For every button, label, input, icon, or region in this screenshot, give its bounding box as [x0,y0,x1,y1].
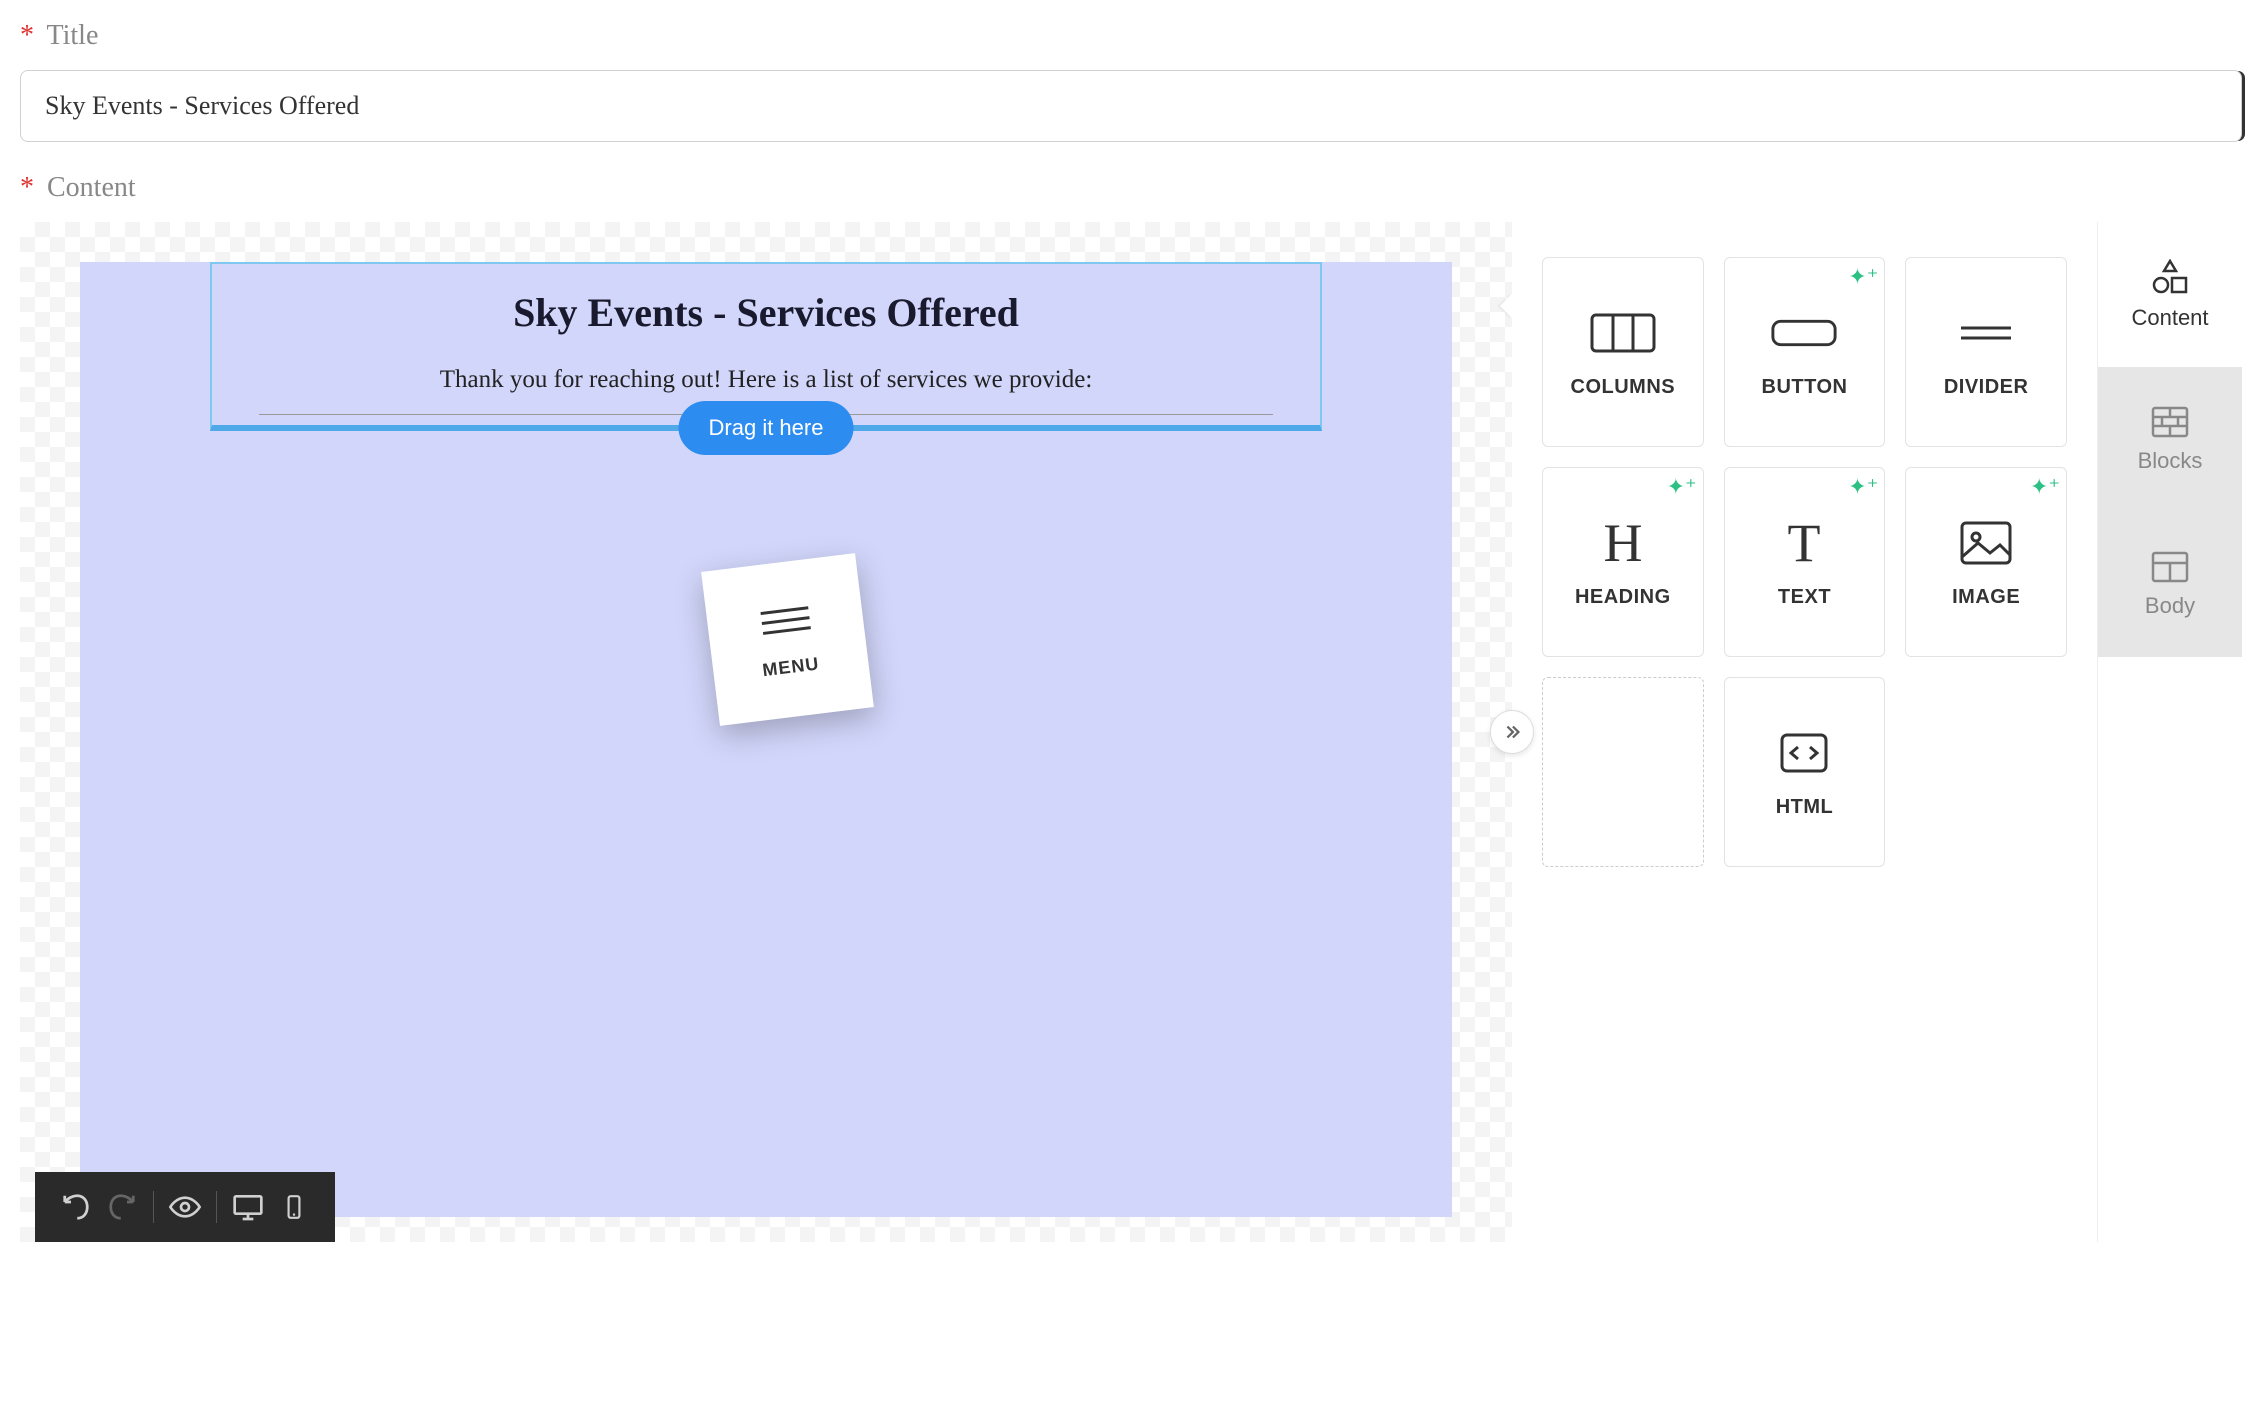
block-button[interactable]: ✦⁺ BUTTON [1724,257,1886,447]
sparkle-icon: ✦⁺ [1848,474,1878,500]
title-label: * Title [20,20,2242,52]
content-field-group: * Content Sky Events - Services Offered … [20,172,2242,1242]
active-content-block[interactable]: Sky Events - Services Offered Thank you … [210,262,1322,431]
divider-icon [1951,306,2021,361]
toolbar-divider [153,1191,154,1223]
editor-wrapper: Sky Events - Services Offered Thank you … [20,222,2242,1242]
block-label: IMAGE [1952,586,2020,609]
dragging-block-label: MENU [761,653,820,681]
canvas-area: Sky Events - Services Offered Thank you … [20,222,1512,1242]
required-asterisk: * [20,172,34,203]
title-input[interactable] [20,70,2242,142]
undo-button[interactable] [53,1184,99,1230]
block-heading[interactable]: ✦⁺ H HEADING [1542,467,1704,657]
blocks-grid: COLUMNS ✦⁺ BUTTON DIVIDER ✦⁺ [1512,222,2097,1242]
content-label: * Content [20,172,2242,204]
panel-pointer [1500,294,1512,318]
mobile-view-button[interactable] [271,1184,317,1230]
block-text[interactable]: ✦⁺ T TEXT [1724,467,1886,657]
preview-button[interactable] [162,1184,208,1230]
shapes-icon [2150,259,2190,295]
sparkle-icon: ✦⁺ [1848,264,1878,290]
sparkle-icon: ✦⁺ [2030,474,2060,500]
block-html[interactable]: HTML [1724,677,1886,867]
block-label: HEADING [1575,586,1671,609]
toolbar-divider [216,1191,217,1223]
canvas-heading[interactable]: Sky Events - Services Offered [232,289,1300,336]
canvas-body-text[interactable]: Thank you for reaching out! Here is a li… [232,366,1300,394]
tab-label: Blocks [2138,448,2203,474]
tab-body[interactable]: Body [2098,512,2242,657]
layout-icon [2151,551,2189,583]
block-label: TEXT [1778,586,1831,609]
svg-text:T: T [1788,515,1821,571]
bottom-toolbar [35,1172,335,1242]
tab-content[interactable]: Content [2098,222,2242,367]
block-label: HTML [1776,796,1834,819]
tabs-rail: Content Blocks Body [2097,222,2242,1242]
image-icon [1951,516,2021,571]
desktop-view-button[interactable] [225,1184,271,1230]
title-field-group: * Title [20,20,2242,142]
block-columns[interactable]: COLUMNS [1542,257,1704,447]
right-panel: COLUMNS ✦⁺ BUTTON DIVIDER ✦⁺ [1512,222,2242,1242]
redo-button[interactable] [99,1184,145,1230]
columns-icon [1588,306,1658,361]
tab-label: Body [2145,593,2195,619]
sparkle-icon: ✦⁺ [1667,474,1697,500]
title-label-text: Title [47,20,99,51]
block-divider[interactable]: DIVIDER [1905,257,2067,447]
content-label-text: Content [47,172,136,203]
collapse-panel-button[interactable] [1490,710,1534,754]
wall-icon [2151,406,2189,438]
block-label: BUTTON [1762,376,1848,399]
svg-text:H: H [1603,515,1642,571]
block-image[interactable]: ✦⁺ IMAGE [1905,467,2067,657]
heading-icon: H [1588,516,1658,571]
dragging-menu-block[interactable]: MENU [701,553,874,726]
required-asterisk: * [20,20,34,51]
tab-blocks[interactable]: Blocks [2098,367,2242,512]
menu-icon [759,599,811,642]
block-label: DIVIDER [1944,376,2029,399]
text-icon: T [1769,516,1839,571]
email-canvas[interactable]: Sky Events - Services Offered Thank you … [80,262,1452,1217]
button-icon [1769,306,1839,361]
block-menu-placeholder [1542,677,1704,867]
drag-hint-pill: Drag it here [679,401,854,455]
block-label: COLUMNS [1571,376,1676,399]
tab-label: Content [2131,305,2208,331]
html-icon [1769,726,1839,781]
